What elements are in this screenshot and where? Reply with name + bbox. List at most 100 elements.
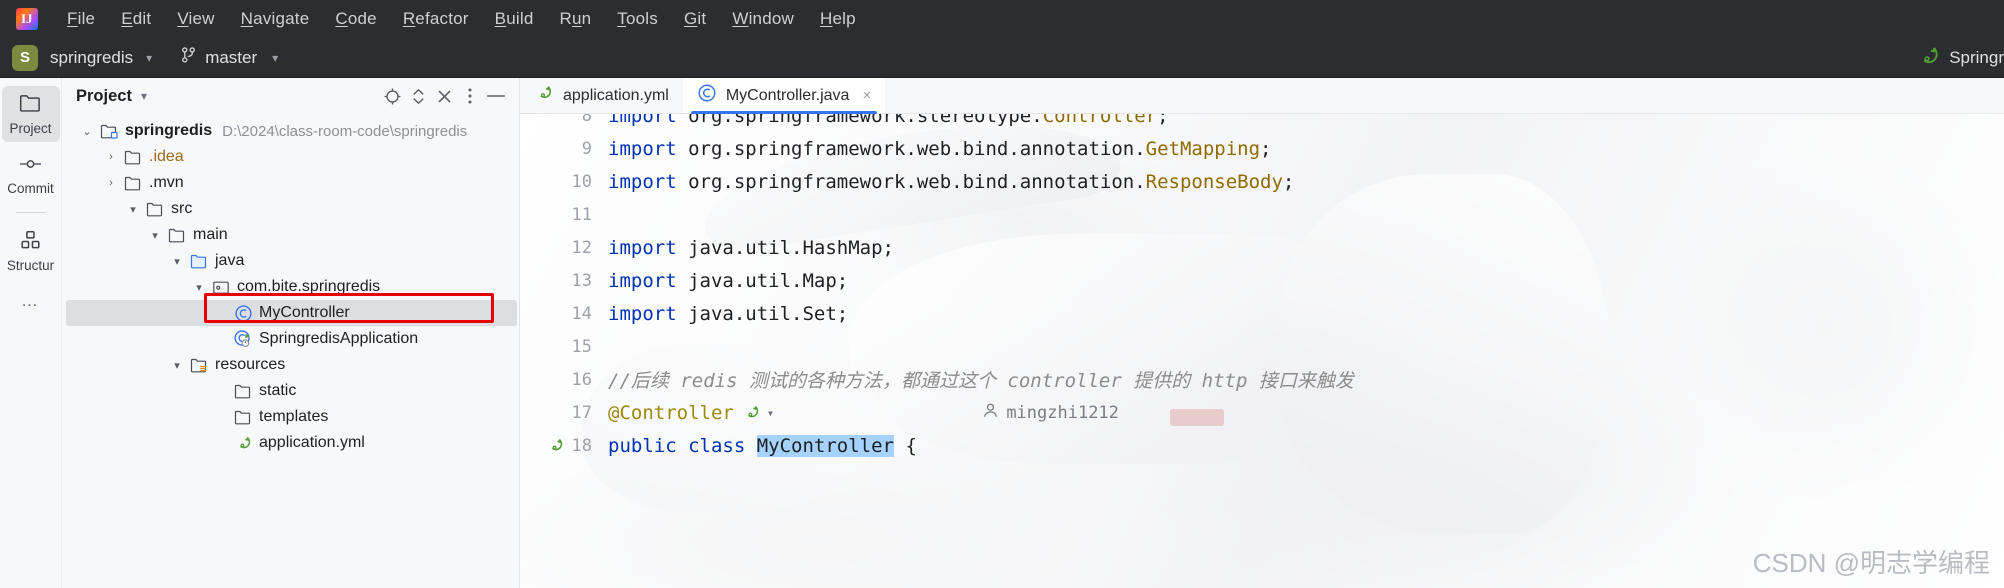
- menu-item-refactor[interactable]: Refactor: [390, 5, 482, 33]
- project-tool-window: Project ▾ ⌄ springredis D:\2024\class-ro…: [62, 78, 520, 588]
- tree-label: springredis: [125, 122, 213, 139]
- git-branch-selector[interactable]: master ▾: [180, 46, 278, 69]
- editor-tab-bar: application.yml MyController.java ×: [520, 78, 2004, 115]
- spring-bean-icon[interactable]: [546, 436, 566, 456]
- chevron-down-icon[interactable]: ▾: [166, 359, 188, 372]
- menu-item-git[interactable]: Git: [671, 5, 719, 33]
- tree-row-package[interactable]: ▾ com.bite.springredis: [62, 274, 519, 300]
- tree-row-idea[interactable]: › .idea: [62, 144, 519, 170]
- tree-row-main[interactable]: ▾ main: [62, 222, 519, 248]
- tree-row-springredis[interactable]: ⌄ springredis D:\2024\class-room-code\sp…: [62, 118, 519, 144]
- code-line-text: import java.util.Map;: [608, 269, 849, 292]
- expand-collapse-icon[interactable]: [405, 83, 431, 109]
- line-number: 10: [571, 171, 592, 192]
- spring-bean-gutter-icon[interactable]: [742, 403, 761, 422]
- tree-label: .idea: [149, 148, 184, 165]
- page-title: Project: [76, 86, 132, 105]
- tree-row-mycontroller[interactable]: MyController: [62, 300, 519, 326]
- tree-row-static[interactable]: static: [62, 378, 519, 404]
- tab-mycontroller-java[interactable]: MyController.java ×: [682, 78, 886, 115]
- line-number: 14: [571, 303, 592, 324]
- menu-item-code[interactable]: Code: [322, 5, 389, 33]
- folder-icon: [144, 201, 166, 218]
- chevron-down-icon[interactable]: ▾: [122, 203, 144, 216]
- menu-item-edit[interactable]: Edit: [108, 5, 164, 33]
- structure-icon: [20, 230, 42, 255]
- menu-item-run[interactable]: Run: [546, 5, 604, 33]
- tree-row-java[interactable]: ▾ java: [62, 248, 519, 274]
- spring-yml-icon: [534, 83, 554, 108]
- sidebar-item-commit[interactable]: Commit: [2, 148, 60, 202]
- hide-icon[interactable]: [483, 83, 509, 109]
- more-tool-windows-button[interactable]: …: [21, 291, 40, 311]
- intellij-logo-icon: IJ: [16, 8, 38, 30]
- run-config-selector[interactable]: Springr: [1918, 45, 2004, 72]
- chevron-down-icon[interactable]: ⌄: [76, 125, 98, 138]
- chevron-down-icon[interactable]: ▾: [141, 89, 147, 103]
- more-options-icon[interactable]: [457, 83, 483, 109]
- code-line: 11: [520, 198, 2004, 231]
- chevron-right-icon[interactable]: ›: [100, 151, 122, 163]
- code-line: 9 import org.springframework.web.bind.an…: [520, 132, 2004, 165]
- rail-divider: [15, 212, 46, 213]
- intellij-logo-letter: IJ: [21, 11, 33, 26]
- tree-label: templates: [259, 408, 329, 425]
- tree-row-src[interactable]: ▾ src: [62, 196, 519, 222]
- line-number: 9: [581, 138, 592, 159]
- line-number: 16: [571, 369, 592, 390]
- code-line-text: public class MyController {: [608, 434, 917, 457]
- tree-row-mvn[interactable]: › .mvn: [62, 170, 519, 196]
- chevron-right-icon[interactable]: ›: [100, 177, 122, 189]
- chevron-down-icon[interactable]: ▾: [767, 406, 774, 420]
- line-number: 13: [571, 270, 592, 291]
- locate-icon[interactable]: [379, 83, 405, 109]
- branch-name-label: master: [205, 47, 258, 67]
- tree-label: java: [215, 252, 245, 269]
- code-line: 12 import java.util.HashMap;: [520, 231, 2004, 264]
- folder-icon: [232, 383, 254, 400]
- spring-class-icon: [232, 329, 254, 349]
- tree-label: MyController: [259, 304, 350, 321]
- resources-folder-icon: [188, 357, 210, 374]
- menu-item-help[interactable]: Help: [807, 5, 869, 33]
- tree-row-springredisapplication[interactable]: SpringredisApplication: [62, 326, 519, 352]
- menu-item-file-rest: ile: [77, 9, 96, 28]
- java-class-icon: [232, 304, 254, 323]
- yml-file-icon: [232, 434, 254, 453]
- menu-item-window[interactable]: Window: [719, 5, 807, 33]
- code-lines: 8 import org.springframework.stereotype.…: [520, 114, 2004, 462]
- collapse-all-icon[interactable]: [431, 83, 457, 109]
- menu-item-view[interactable]: View: [164, 5, 227, 33]
- java-class-icon: [697, 83, 717, 108]
- tree-row-application-yml[interactable]: application.yml: [62, 430, 519, 456]
- menu-item-file[interactable]: File: [54, 5, 108, 33]
- code-line: 13 import java.util.Map;: [520, 264, 2004, 297]
- tree-row-templates[interactable]: templates: [62, 404, 519, 430]
- tree-label: SpringredisApplication: [259, 330, 419, 347]
- line-number-with-icon: 18: [520, 436, 608, 456]
- menu-item-build[interactable]: Build: [482, 5, 547, 33]
- code-editor[interactable]: 8 import org.springframework.stereotype.…: [520, 114, 2004, 588]
- sidebar-item-project[interactable]: Project: [1, 86, 60, 142]
- project-selector[interactable]: S springredis ▾: [12, 44, 152, 71]
- line-number: 17: [571, 402, 592, 423]
- tree-row-resources[interactable]: ▾ resources: [62, 352, 519, 378]
- chevron-down-icon[interactable]: ▾: [144, 229, 166, 242]
- tab-application-yml[interactable]: application.yml: [520, 78, 683, 113]
- chevron-down-icon[interactable]: ▾: [188, 281, 210, 294]
- line-number: 12: [571, 237, 592, 258]
- annotation-controller: @Controller: [608, 401, 734, 424]
- left-tool-rail: Project Commit Structur …: [0, 78, 62, 588]
- commit-icon: [19, 155, 42, 178]
- project-tree[interactable]: ⌄ springredis D:\2024\class-room-code\sp…: [62, 114, 519, 588]
- code-line-text: import org.springframework.web.bind.anno…: [608, 170, 1295, 193]
- project-panel-header: Project ▾: [62, 78, 519, 114]
- tree-label: src: [171, 200, 193, 217]
- chevron-down-icon[interactable]: ▾: [166, 255, 188, 268]
- menu-item-navigate[interactable]: Navigate: [228, 5, 323, 33]
- sidebar-item-structure[interactable]: Structur: [2, 223, 60, 279]
- tab-label: MyController.java: [725, 86, 850, 104]
- menu-item-tools[interactable]: Tools: [604, 5, 671, 33]
- close-icon[interactable]: ×: [862, 87, 871, 104]
- code-line: 17 @Controller ▾ mingzhi1212: [520, 396, 2004, 429]
